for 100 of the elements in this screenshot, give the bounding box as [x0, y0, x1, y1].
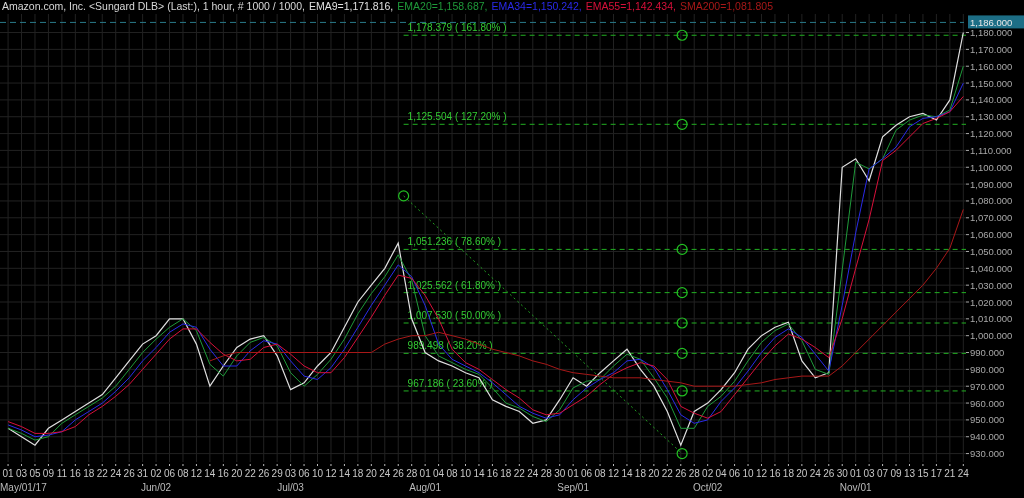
x-axis-label: 02 — [150, 468, 162, 479]
ref-line-label: 1,186.000 — [970, 16, 1013, 28]
x-axis-label: 26 — [823, 468, 835, 479]
x-axis-label: 10 — [459, 468, 472, 479]
level-marker — [676, 243, 688, 255]
month-label: Sep/01 — [557, 482, 589, 493]
x-axis-label: 31 — [137, 468, 149, 479]
month-label: May/01/17 — [0, 482, 47, 493]
x-axis-label: 02 — [702, 468, 714, 479]
x-axis-label: 21 — [944, 468, 956, 479]
last-price-tag: 1,186.000 — [968, 15, 1024, 29]
month-label: Aug/01 — [409, 482, 441, 493]
x-axis-label: 15 — [917, 468, 929, 479]
x-axis-label: 18 — [782, 468, 794, 479]
y-axis-label: 1,040.000 — [970, 262, 1013, 274]
x-axis-label: 07 — [877, 468, 889, 479]
x-axis-label: 26 — [675, 468, 687, 479]
x-axis-label: 22 — [96, 468, 108, 479]
x-axis-label: 08 — [446, 468, 458, 479]
x-axis-label: 12 — [190, 468, 202, 479]
x-axis-label: 26 — [123, 468, 135, 479]
fib-level-label: 1,178.379 ( 161.80% ) — [407, 22, 507, 34]
x-axis-label: 24 — [379, 468, 391, 479]
chart-title: Amazon.com, Inc. <Sungard DLB> (Last:), 1 hour, # 1000 / 1000, — [2, 0, 305, 14]
x-axis-label: 16 — [69, 468, 81, 479]
fib-level-label: 1,125.504 ( 127.20% ) — [407, 111, 507, 123]
y-axis-label: 950.000 — [970, 414, 1005, 426]
x-axis-label: 12 — [325, 468, 337, 479]
indicator-value: EMA34=1,150.242, — [491, 0, 582, 14]
y-axis-label: 1,110.000 — [970, 144, 1012, 156]
x-axis-label: 20 — [231, 468, 243, 479]
y-axis-label: 1,000.000 — [970, 330, 1013, 342]
y-axis-label: 990.000 — [970, 347, 1005, 359]
x-axis-label: 30 — [554, 468, 566, 479]
y-axis-label: 1,140.000 — [970, 94, 1013, 106]
x-axis-label: 06 — [581, 468, 593, 479]
month-label: Jul/03 — [277, 482, 304, 493]
level-marker — [676, 385, 688, 397]
x-axis-label: 11 — [56, 468, 68, 479]
x-axis-label: 24 — [957, 468, 969, 479]
level-marker — [676, 317, 688, 329]
y-axis-label: 1,030.000 — [970, 279, 1013, 291]
x-axis-label: 26 — [392, 468, 404, 479]
x-axis-label: 17 — [930, 468, 942, 479]
month-label: Jun/02 — [141, 482, 172, 493]
y-axis-label: 1,150.000 — [970, 77, 1013, 89]
x-axis-label: 18 — [500, 468, 512, 479]
y-axis-label: 1,180.000 — [970, 27, 1013, 39]
x-axis-label: 03 — [863, 468, 875, 479]
x-axis-label: 20 — [648, 468, 660, 479]
x-axis-label: 09 — [42, 468, 54, 479]
x-axis-label: 04 — [715, 468, 727, 479]
month-label: Oct/02 — [692, 482, 723, 493]
x-axis-label: 16 — [769, 468, 781, 479]
x-axis-label: 14 — [621, 468, 633, 479]
x-axis-label: 06 — [163, 468, 176, 479]
level-marker — [676, 29, 688, 41]
x-axis-label: 20 — [365, 468, 377, 479]
y-axis-label: 970.000 — [970, 380, 1005, 392]
y-axis-label: 1,120.000 — [970, 128, 1013, 140]
y-axis-label: 1,050.000 — [970, 245, 1013, 257]
x-axis-label: 12 — [755, 468, 768, 479]
y-axis-label: 930.000 — [970, 448, 1005, 460]
x-axis-label: 10 — [742, 468, 754, 479]
x-axis-label: 28 — [406, 468, 418, 479]
y-axis-label: 1,070.000 — [970, 212, 1013, 224]
x-axis-label: 24 — [527, 468, 539, 479]
x-axis-label: 04 — [433, 468, 445, 479]
x-axis-label: 03 — [285, 468, 297, 479]
x-axis-label: 14 — [204, 468, 216, 479]
y-axis-label: 1,130.000 — [970, 111, 1013, 123]
y-axis-label: 1,080.000 — [970, 195, 1013, 207]
y-axis-label: 1,100.000 — [970, 161, 1013, 173]
y-axis-label: 940.000 — [970, 431, 1005, 443]
x-axis-label: 22 — [513, 468, 525, 479]
x-axis-label: 24 — [110, 468, 122, 479]
x-axis-label: 06 — [729, 468, 741, 479]
y-axis-label: 1,160.000 — [970, 60, 1013, 72]
x-axis-label: 08 — [177, 468, 189, 479]
x-axis-label: 16 — [217, 468, 229, 479]
indicator-value: EMA9=1,171.816, — [308, 0, 394, 14]
indicator-value: EMA20=1,158.687, — [397, 0, 488, 14]
y-axis-label: 1,010.000 — [970, 313, 1013, 325]
x-axis-label: 13 — [903, 468, 916, 479]
x-axis-label: 18 — [83, 468, 95, 479]
y-axis-label: 1,020.000 — [970, 296, 1013, 308]
x-axis-label: 29 — [271, 468, 283, 479]
x-axis-label: 28 — [540, 468, 552, 479]
x-axis-label: 22 — [661, 468, 673, 479]
y-axis-label: 1,170.000 — [970, 43, 1013, 55]
y-axis-label: 980.000 — [970, 363, 1005, 375]
indicator-value: EMA55=1,142.434, — [585, 0, 676, 14]
x-axis-label: 01 — [419, 468, 431, 479]
x-axis-label: 01 — [567, 468, 579, 479]
month-label: Nov/01 — [839, 482, 872, 493]
x-axis-label: 24 — [809, 468, 821, 479]
x-axis-label: 14 — [338, 468, 350, 479]
y-axis-label: 1,090.000 — [970, 178, 1013, 190]
x-axis-label: 20 — [796, 468, 808, 479]
indicator-value: SMA200=1,081.805 — [679, 0, 774, 14]
